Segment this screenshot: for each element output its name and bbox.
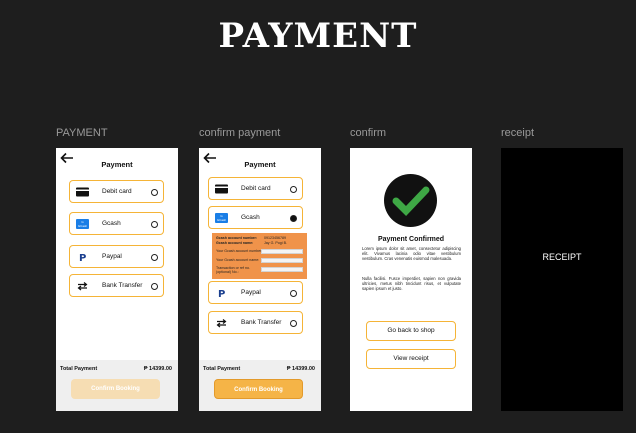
option-label: Gcash: [241, 214, 260, 221]
payment-confirmed-title: Payment Confirmed: [377, 236, 445, 243]
paypal-icon: P: [218, 289, 225, 298]
option-label: Paypal: [102, 253, 122, 260]
svg-text:P: P: [218, 289, 225, 298]
gcash-name-label: Gcash account name:: [216, 241, 254, 245]
gcash-name-input[interactable]: [261, 258, 303, 263]
field-label: Transaction or ref no.(optional) No.:: [216, 266, 251, 274]
gcash-details-panel: Gcash account number: 09123456789 Gcash …: [212, 233, 307, 279]
radio-button[interactable]: [290, 320, 297, 327]
radio-button[interactable]: [151, 189, 158, 196]
field-label: Your Gcash account name:: [216, 258, 260, 262]
payment-option-gcash[interactable]: G GCash Gcash: [208, 206, 303, 229]
radio-button[interactable]: [151, 221, 158, 228]
option-label: Debit card: [102, 188, 132, 195]
confirmed-frame: Payment Confirmed Lorem ipsum dolor sit …: [350, 148, 472, 411]
gcash-number-value: 09123456789: [264, 236, 286, 240]
total-value: ₱ 14399.00: [143, 366, 172, 372]
confirmation-paragraph: Lorem ipsum dolor sit amet, consectetur …: [362, 246, 461, 261]
card-icon: [76, 187, 89, 197]
option-label: Debit card: [241, 185, 271, 192]
payment-option-paypal[interactable]: P Paypal: [69, 245, 164, 268]
page-title: PAYMENT: [218, 16, 418, 56]
payment-title: Payment: [244, 160, 276, 169]
gcash-icon: G GCash: [76, 219, 89, 229]
gcash-number-input[interactable]: [261, 249, 303, 254]
field-label: Your Gcash account number:: [216, 249, 263, 253]
payment-title: Payment: [101, 160, 133, 169]
payment-option-debit[interactable]: Debit card: [208, 177, 303, 200]
option-label: Bank Transfer: [102, 282, 143, 289]
option-label: Gcash: [102, 220, 121, 227]
svg-text:P: P: [79, 253, 86, 262]
payment-option-bank[interactable]: Bank Transfer: [208, 311, 303, 334]
ref-number-input[interactable]: [261, 267, 303, 272]
confirm-booking-button-disabled[interactable]: Confirm Booking: [71, 379, 160, 399]
payment-footer: Total Payment ₱ 14399.00 Confirm Booking: [56, 360, 178, 411]
confirm-payment-frame: Payment Debit card G GCash Gcash Gcash ac…: [199, 148, 321, 411]
radio-button[interactable]: [290, 290, 297, 297]
payment-option-bank[interactable]: Bank Transfer: [69, 274, 164, 297]
frame-label-confirm-payment: confirm payment: [199, 127, 281, 139]
receipt-frame: RECEIPT: [501, 148, 623, 411]
frame-label-confirm: confirm: [350, 127, 387, 139]
option-label: Bank Transfer: [241, 319, 282, 326]
check-circle-icon: [384, 174, 437, 227]
transfer-icon: [216, 319, 227, 328]
radio-button-selected[interactable]: [290, 215, 297, 222]
payment-frame: Payment Debit card G GCash Gcash P Paypal…: [56, 148, 178, 411]
payment-option-paypal[interactable]: P Paypal: [208, 281, 303, 304]
paypal-icon: P: [79, 253, 86, 262]
frame-label-payment: PAYMENT: [56, 127, 108, 139]
gcash-icon: G GCash: [215, 213, 228, 223]
total-label: Total Payment: [203, 366, 241, 372]
gcash-number-label: Gcash account number:: [216, 236, 258, 240]
confirm-booking-button[interactable]: Confirm Booking: [214, 379, 303, 399]
option-label: Paypal: [241, 289, 261, 296]
payment-option-gcash[interactable]: G GCash Gcash: [69, 212, 164, 235]
go-back-to-shop-button[interactable]: Go back to shop: [366, 321, 456, 341]
total-label: Total Payment: [60, 366, 98, 372]
frame-label-receipt: receipt: [501, 127, 535, 139]
payment-option-debit[interactable]: Debit card: [69, 180, 164, 203]
card-icon: [215, 184, 228, 194]
transfer-icon: [77, 282, 88, 291]
gcash-name-value: Jay G. Pogi B.: [264, 241, 287, 245]
receipt-text: RECEIPT: [542, 252, 582, 262]
radio-button[interactable]: [290, 186, 297, 193]
confirmation-paragraph: Nulla facilisi. Fusce imperdiet, sapien …: [362, 276, 461, 291]
view-receipt-button[interactable]: View receipt: [366, 349, 456, 369]
payment-footer: Total Payment ₱ 14399.00 Confirm Booking: [199, 360, 321, 411]
radio-button[interactable]: [151, 283, 158, 290]
total-value: ₱ 14399.00: [286, 366, 315, 372]
radio-button[interactable]: [151, 254, 158, 261]
